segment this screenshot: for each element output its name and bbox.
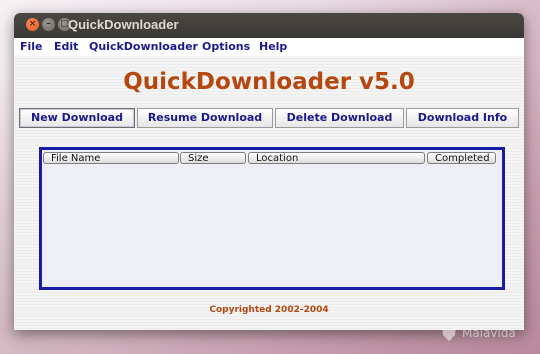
resume-download-button[interactable]: Resume Download	[137, 108, 273, 128]
download-info-button[interactable]: Download Info	[406, 108, 519, 128]
menu-options[interactable]: Options	[202, 40, 250, 53]
title-bar[interactable]: × – □ QuickDownloader	[14, 13, 524, 38]
menu-file[interactable]: File	[20, 40, 43, 53]
minimize-window-button[interactable]: –	[42, 18, 55, 31]
menu-quickdownloader[interactable]: QuickDownloader	[89, 40, 198, 53]
new-download-button[interactable]: New Download	[19, 108, 135, 128]
menu-help[interactable]: Help	[259, 40, 287, 53]
column-header-completed[interactable]: Completed	[427, 152, 496, 164]
menu-edit[interactable]: Edit	[54, 40, 78, 53]
fox-logo-icon	[442, 326, 456, 341]
downloads-table[interactable]: File Name Size Location Completed	[39, 147, 505, 290]
watermark-text: Malavida	[462, 326, 516, 340]
watermark: Malavida	[440, 322, 536, 346]
column-header-file-name[interactable]: File Name	[43, 152, 179, 164]
delete-download-button[interactable]: Delete Download	[275, 108, 404, 128]
close-window-button[interactable]: ×	[26, 18, 39, 31]
window-content: File Edit QuickDownloader Options Help Q…	[14, 38, 524, 330]
app-window: × – □ QuickDownloader File Edit QuickDow…	[14, 13, 524, 330]
column-header-location[interactable]: Location	[248, 152, 425, 164]
menu-bar: File Edit QuickDownloader Options Help	[14, 38, 524, 56]
copyright-text: Copyrighted 2002-2004	[209, 305, 329, 315]
app-heading: QuickDownloader v5.0	[123, 69, 415, 95]
window-title: QuickDownloader	[68, 17, 179, 32]
column-header-size[interactable]: Size	[180, 152, 246, 164]
